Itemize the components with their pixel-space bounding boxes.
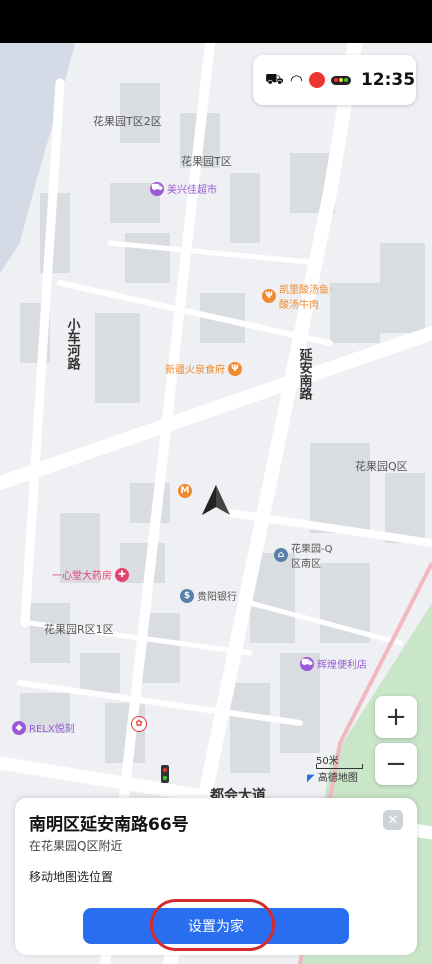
wifi-icon: ◠ [289,71,303,89]
area-label: 花果园T区2区 [93,115,162,128]
area-label: 花果园R区1区 [44,623,114,636]
poi-yixintang[interactable]: 一心堂大药房 ✚ [52,567,129,582]
road-label-xiaocheheu: 小车河路 [64,318,80,370]
status-bar: ⛟ ◠ 12:35 [253,55,416,105]
address-title: 南明区延安南路66号 [29,815,189,835]
mcdonalds-icon: M [178,484,192,498]
move-map-hint: 移动地图选位置 [29,870,114,884]
area-label: 花果园Q区 [355,460,408,473]
community-icon: ⌂ [274,548,288,562]
close-icon: ✕ [387,812,399,828]
location-arrow-icon [202,485,230,515]
traffic-light-icon [330,75,351,85]
mcdonalds-marker[interactable]: M [178,484,192,498]
poi-meixingjia[interactable]: ⛟ 美兴佳超市 [150,181,217,196]
poi-relx[interactable]: ◆ RELX悦刻 [12,720,75,735]
area-label: 花果园T区 [181,155,232,168]
poi-xinjiang-restaurant[interactable]: 新疆火泉食府 Ψ [165,361,242,376]
zoom-in-button[interactable]: + [375,696,417,738]
poi-kaili-fish[interactable]: Ψ 凯里酸汤鱼·酸汤牛肉 [262,281,342,311]
cart-icon: ⛟ [150,181,164,196]
zoom-out-button[interactable]: − [375,743,417,785]
hotspot-icon [308,72,325,88]
car-icon: ⛟ [265,70,284,88]
unicom-icon: ✿ [131,716,147,732]
top-black-bar [0,0,432,43]
bank-icon: $ [180,588,194,603]
clock: 12:35 [360,70,416,90]
cart-icon: ⛟ [300,656,314,671]
amap-logo-icon: ◤ [307,773,315,784]
map-credit: ◤ 高德地图 [307,773,358,784]
highlight-ring [150,899,275,951]
poi-huihuang-store[interactable]: ⛟ 辉煌便利店 [300,656,367,671]
address-subtitle: 在花果园Q区附近 [29,839,123,853]
pharmacy-icon: ✚ [115,567,129,582]
road-label-yanan-south: 延安南路 [296,348,312,400]
fork-icon: Ψ [262,289,276,303]
shop-icon: ◆ [12,720,26,735]
close-button[interactable]: ✕ [383,810,403,830]
fork-icon: Ψ [228,361,242,376]
unicom-marker[interactable]: ✿ [131,716,147,732]
poi-guiyang-bank[interactable]: $ 贵阳银行 [180,588,237,603]
poi-huaguoyuan-q-south[interactable]: ⌂ 花果园-Q区南区 [274,540,344,570]
